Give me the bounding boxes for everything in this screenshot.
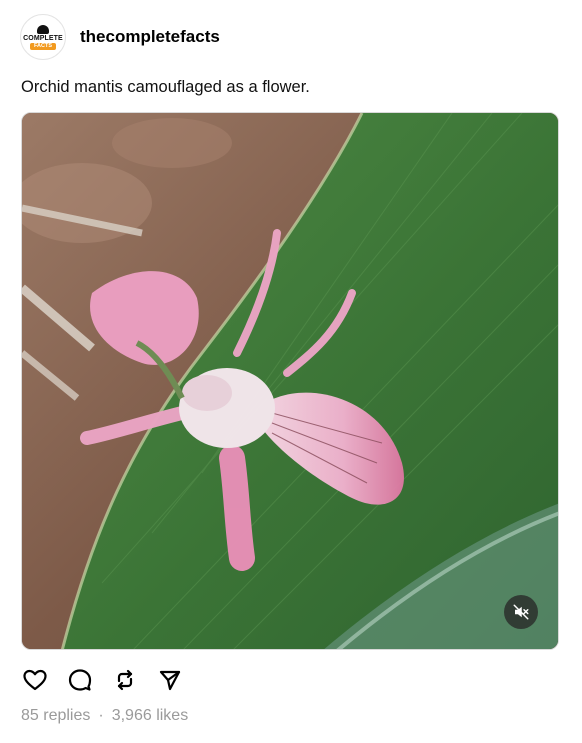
post-video[interactable] (21, 112, 559, 650)
avatar-logo-text-bottom: FACTS (29, 42, 57, 50)
repost-button[interactable] (112, 667, 138, 693)
likes-count-link[interactable]: 3,966 likes (112, 707, 189, 725)
avatar-logo-text-top: COMPLETE (23, 34, 63, 42)
stats-separator: · (98, 707, 104, 724)
post-stats: 85 replies · 3,966 likes (21, 707, 188, 725)
replies-count-link[interactable]: 85 replies (21, 707, 90, 725)
mute-toggle-button[interactable] (504, 595, 538, 629)
heart-icon (23, 669, 47, 691)
post-caption: Orchid mantis camouflaged as a flower. (21, 78, 310, 96)
like-button[interactable] (22, 667, 48, 693)
repost-icon (117, 669, 133, 691)
video-frame-illustration (22, 113, 558, 649)
reply-button[interactable] (67, 667, 93, 693)
speaker-muted-icon (513, 604, 529, 620)
post-header: COMPLETE FACTS thecompletefacts (20, 14, 220, 60)
username-link[interactable]: thecompletefacts (80, 27, 220, 47)
post-actions (22, 667, 202, 693)
avatar[interactable]: COMPLETE FACTS (20, 14, 66, 60)
logo-mark-icon (37, 24, 49, 34)
comment-bubble-icon (68, 669, 92, 691)
send-icon (159, 670, 181, 691)
share-button[interactable] (157, 667, 183, 693)
